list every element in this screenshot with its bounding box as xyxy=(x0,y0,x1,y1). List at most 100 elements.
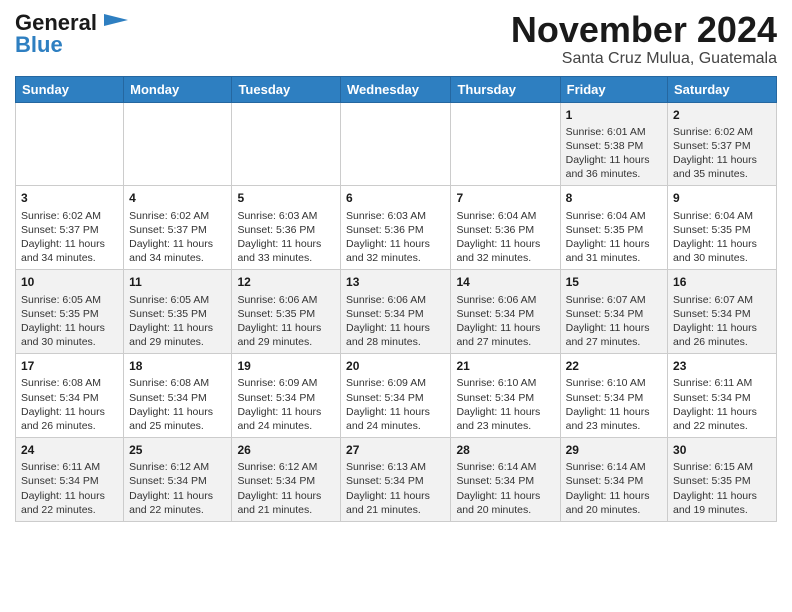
cell-text: Daylight: 11 hours and 29 minutes. xyxy=(237,321,335,349)
calendar-cell-4-3: 27Sunrise: 6:13 AMSunset: 5:34 PMDayligh… xyxy=(341,438,451,522)
cell-text: Sunrise: 6:10 AM xyxy=(566,376,662,390)
cell-text: Sunrise: 6:01 AM xyxy=(566,125,662,139)
calendar-cell-2-0: 10Sunrise: 6:05 AMSunset: 5:35 PMDayligh… xyxy=(16,270,124,354)
day-number: 19 xyxy=(237,358,335,374)
calendar-cell-4-4: 28Sunrise: 6:14 AMSunset: 5:34 PMDayligh… xyxy=(451,438,560,522)
calendar-cell-0-1 xyxy=(124,102,232,186)
calendar-cell-1-0: 3Sunrise: 6:02 AMSunset: 5:37 PMDaylight… xyxy=(16,186,124,270)
cell-text: Sunrise: 6:02 AM xyxy=(129,209,226,223)
calendar-cell-4-1: 25Sunrise: 6:12 AMSunset: 5:34 PMDayligh… xyxy=(124,438,232,522)
cell-text: Sunset: 5:36 PM xyxy=(456,223,554,237)
weekday-header-saturday: Saturday xyxy=(668,76,777,102)
calendar-cell-1-2: 5 Sunrise: 6:03 AMSunset: 5:36 PMDaylight… xyxy=(232,186,341,270)
cell-text: Daylight: 11 hours and 20 minutes. xyxy=(456,489,554,517)
day-number: 16 xyxy=(673,274,771,290)
weekday-header-friday: Friday xyxy=(560,76,667,102)
logo: General Blue xyxy=(15,10,128,58)
calendar-cell-3-2: 19Sunrise: 6:09 AMSunset: 5:34 PMDayligh… xyxy=(232,354,341,438)
cell-text: Sunrise: 6:11 AM xyxy=(21,460,118,474)
cell-text: Sunset: 5:37 PM xyxy=(129,223,226,237)
cell-text: Daylight: 11 hours and 34 minutes. xyxy=(129,237,226,265)
calendar-cell-4-6: 30Sunrise: 6:15 AMSunset: 5:35 PMDayligh… xyxy=(668,438,777,522)
cell-text: Sunset: 5:34 PM xyxy=(456,307,554,321)
cell-text: Sunrise: 6:03 AM xyxy=(346,209,445,223)
cell-text: Sunset: 5:34 PM xyxy=(673,307,771,321)
calendar-cell-2-1: 11Sunrise: 6:05 AMSunset: 5:35 PMDayligh… xyxy=(124,270,232,354)
cell-text: Daylight: 11 hours and 21 minutes. xyxy=(346,489,445,517)
cell-text: Sunrise: 6:13 AM xyxy=(346,460,445,474)
day-number: 3 xyxy=(21,190,118,206)
calendar-cell-0-4 xyxy=(451,102,560,186)
cell-text: Daylight: 11 hours and 22 minutes. xyxy=(673,405,771,433)
week-row-2: 10Sunrise: 6:05 AMSunset: 5:35 PMDayligh… xyxy=(16,270,777,354)
logo-flag-icon xyxy=(100,12,128,32)
calendar-cell-2-3: 13Sunrise: 6:06 AMSunset: 5:34 PMDayligh… xyxy=(341,270,451,354)
day-number: 5 xyxy=(237,190,335,206)
day-number: 11 xyxy=(129,274,226,290)
calendar-cell-1-5: 8Sunrise: 6:04 AMSunset: 5:35 PMDaylight… xyxy=(560,186,667,270)
cell-text: Sunrise: 6:04 AM xyxy=(673,209,771,223)
day-number: 29 xyxy=(566,442,662,458)
cell-text: Daylight: 11 hours and 22 minutes. xyxy=(21,489,118,517)
weekday-header-wednesday: Wednesday xyxy=(341,76,451,102)
day-number: 30 xyxy=(673,442,771,458)
day-number: 26 xyxy=(237,442,335,458)
cell-text: Daylight: 11 hours and 32 minutes. xyxy=(346,237,445,265)
cell-text: Sunset: 5:34 PM xyxy=(237,474,335,488)
day-number: 28 xyxy=(456,442,554,458)
calendar-table: SundayMondayTuesdayWednesdayThursdayFrid… xyxy=(15,76,777,522)
day-number: 14 xyxy=(456,274,554,290)
day-number: 8 xyxy=(566,190,662,206)
cell-text: Sunrise: 6:08 AM xyxy=(129,376,226,390)
cell-text: Sunset: 5:34 PM xyxy=(673,391,771,405)
cell-text: Sunrise: 6:03 AM xyxy=(237,209,335,223)
calendar-cell-3-5: 22Sunrise: 6:10 AMSunset: 5:34 PMDayligh… xyxy=(560,354,667,438)
cell-text: Sunrise: 6:15 AM xyxy=(673,460,771,474)
cell-text: Daylight: 11 hours and 27 minutes. xyxy=(566,321,662,349)
cell-text: Sunrise: 6:14 AM xyxy=(456,460,554,474)
cell-text: Daylight: 11 hours and 33 minutes. xyxy=(237,237,335,265)
cell-text: Daylight: 11 hours and 35 minutes. xyxy=(673,153,771,181)
calendar-cell-1-4: 7Sunrise: 6:04 AMSunset: 5:36 PMDaylight… xyxy=(451,186,560,270)
calendar-cell-0-5: 1Sunrise: 6:01 AMSunset: 5:38 PMDaylight… xyxy=(560,102,667,186)
day-number: 6 xyxy=(346,190,445,206)
cell-text: Sunrise: 6:05 AM xyxy=(129,293,226,307)
cell-text: Sunset: 5:36 PM xyxy=(237,223,335,237)
cell-text: Daylight: 11 hours and 30 minutes. xyxy=(673,237,771,265)
calendar-cell-0-6: 2Sunrise: 6:02 AMSunset: 5:37 PMDaylight… xyxy=(668,102,777,186)
day-number: 24 xyxy=(21,442,118,458)
calendar-cell-2-4: 14Sunrise: 6:06 AMSunset: 5:34 PMDayligh… xyxy=(451,270,560,354)
calendar-cell-4-0: 24 Sunrise: 6:11 AMSunset: 5:34 PMDayligh… xyxy=(16,438,124,522)
day-number: 23 xyxy=(673,358,771,374)
cell-text: Sunset: 5:34 PM xyxy=(566,391,662,405)
page: General Blue November 2024 Santa Cruz Mu… xyxy=(0,0,792,532)
weekday-header-row: SundayMondayTuesdayWednesdayThursdayFrid… xyxy=(16,76,777,102)
calendar-cell-0-3 xyxy=(341,102,451,186)
header: General Blue November 2024 Santa Cruz Mu… xyxy=(15,10,777,68)
cell-text: Sunset: 5:35 PM xyxy=(673,223,771,237)
cell-text: Daylight: 11 hours and 26 minutes. xyxy=(673,321,771,349)
day-number: 27 xyxy=(346,442,445,458)
cell-text: Sunset: 5:37 PM xyxy=(673,139,771,153)
cell-text: Daylight: 11 hours and 34 minutes. xyxy=(21,237,118,265)
cell-text: Sunset: 5:35 PM xyxy=(566,223,662,237)
day-number: 1 xyxy=(566,107,662,123)
calendar-cell-1-1: 4Sunrise: 6:02 AMSunset: 5:37 PMDaylight… xyxy=(124,186,232,270)
week-row-3: 17Sunrise: 6:08 AMSunset: 5:34 PMDayligh… xyxy=(16,354,777,438)
day-number: 25 xyxy=(129,442,226,458)
week-row-0: 1Sunrise: 6:01 AMSunset: 5:38 PMDaylight… xyxy=(16,102,777,186)
cell-text: Sunset: 5:34 PM xyxy=(21,474,118,488)
day-number: 15 xyxy=(566,274,662,290)
cell-text: Sunset: 5:37 PM xyxy=(21,223,118,237)
day-number: 17 xyxy=(21,358,118,374)
day-number: 21 xyxy=(456,358,554,374)
cell-text: Sunrise: 6:12 AM xyxy=(237,460,335,474)
calendar-cell-1-3: 6Sunrise: 6:03 AMSunset: 5:36 PMDaylight… xyxy=(341,186,451,270)
weekday-header-sunday: Sunday xyxy=(16,76,124,102)
cell-text: Sunrise: 6:11 AM xyxy=(673,376,771,390)
cell-text: Daylight: 11 hours and 24 minutes. xyxy=(346,405,445,433)
cell-text: Sunset: 5:35 PM xyxy=(21,307,118,321)
calendar-cell-1-6: 9Sunrise: 6:04 AMSunset: 5:35 PMDaylight… xyxy=(668,186,777,270)
cell-text: Sunset: 5:35 PM xyxy=(129,307,226,321)
month-title: November 2024 xyxy=(511,10,777,50)
